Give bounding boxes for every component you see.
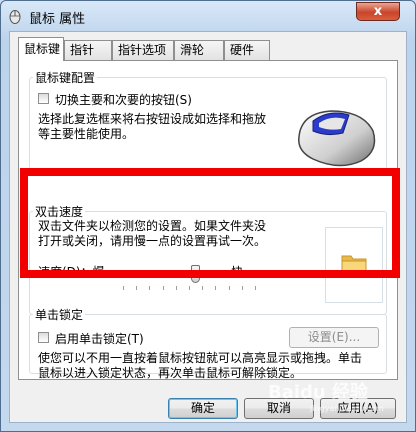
mouse-illustration-icon [298, 110, 376, 167]
slider-tick [175, 286, 177, 290]
description-line: 选择此复选框来将右按钮设成如选择和拖放 [38, 112, 267, 126]
swap-buttons-checkbox[interactable] [38, 93, 49, 104]
click-lock-description: 使您可以不用一直按着鼠标按钮就可以高亮显示或拖拽。单击 鼠标以进入锁定状态，再次… [38, 351, 362, 381]
slider-tick [215, 286, 217, 290]
red-highlight-frame [20, 168, 400, 278]
slider-tick [255, 286, 256, 290]
description-line: 等主要性能使用。 [38, 127, 135, 141]
ok-button[interactable]: 确定 [168, 398, 238, 419]
click-lock-settings-button[interactable]: 设置(E)... [289, 327, 379, 348]
title-bar[interactable]: 鼠标 属性 x [1, 1, 415, 31]
click-lock-checkbox[interactable] [38, 332, 49, 343]
button-config-label: 鼠标键配置 [33, 69, 98, 86]
tab-pointers[interactable]: 指针 [64, 40, 112, 60]
slider-tick [189, 286, 190, 290]
slider-tick [149, 286, 151, 290]
close-button[interactable]: x [356, 2, 400, 21]
tab-mouse-buttons[interactable]: 鼠标键 [18, 37, 64, 61]
tab-wheel[interactable]: 滑轮 [174, 40, 224, 60]
swap-buttons-label[interactable]: 切换主要和次要的按钮(S) [55, 91, 192, 108]
slider-tick [162, 286, 164, 290]
mouse-icon [9, 10, 21, 24]
click-lock-checkbox-label[interactable]: 启用单击锁定(T) [55, 330, 144, 347]
slider-tick [228, 286, 230, 290]
slider-ticks [123, 286, 256, 290]
watermark-url: jingyan.baidu.com [310, 404, 384, 413]
slider-tick [123, 286, 124, 290]
slider-tick [202, 286, 204, 290]
watermark-logo: Baidu 经验 [268, 382, 369, 403]
click-lock-label: 单击锁定 [33, 306, 86, 323]
slider-tick [241, 286, 243, 290]
tab-pointer-options[interactable]: 指针选项 [112, 40, 174, 60]
button-config-description: 选择此复选框来将右按钮设成如选择和拖放 等主要性能使用。 [38, 112, 266, 142]
window-title: 鼠标 属性 [29, 12, 86, 27]
description-line: 使您可以不用一直按着鼠标按钮就可以高亮显示或拖拽。单击 [38, 351, 363, 365]
slider-tick [136, 286, 138, 290]
tab-hardware[interactable]: 硬件 [224, 40, 270, 60]
